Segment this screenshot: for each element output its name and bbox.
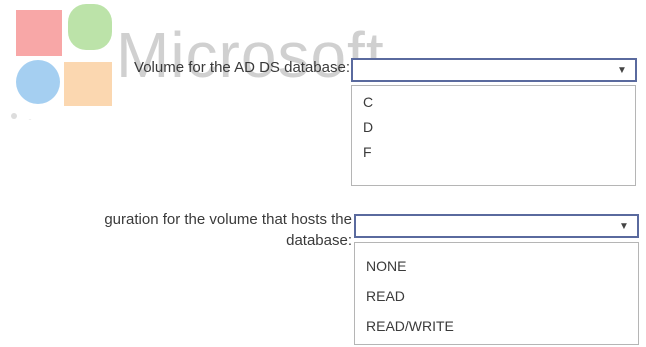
ad-ds-volume-options: C D F <box>351 85 636 186</box>
logo-blue-circle <box>16 60 60 104</box>
volume-configuration-label-line-2: database: <box>286 232 352 249</box>
watermark-dot <box>11 113 17 119</box>
logo-red-square <box>16 10 62 56</box>
option-read-write[interactable]: READ/WRITE <box>366 317 454 335</box>
microsoft-logo-icon <box>11 4 112 120</box>
option-d[interactable]: D <box>363 118 373 136</box>
volume-configuration-options: NONE READ READ/WRITE <box>354 242 639 345</box>
volume-configuration-dropdown[interactable]: ▼ <box>354 214 639 238</box>
option-f[interactable]: F <box>363 143 372 161</box>
ad-ds-volume-label: Volume for the AD DS database: <box>134 59 350 76</box>
option-c[interactable]: C <box>363 93 373 111</box>
volume-configuration-label: guration for the volume that hosts the d… <box>104 209 352 251</box>
logo-orange-square <box>64 62 112 106</box>
watermark-dot <box>28 119 32 120</box>
option-none[interactable]: NONE <box>366 257 406 275</box>
ad-ds-volume-dropdown[interactable]: ▼ <box>351 58 637 82</box>
volume-configuration-label-line-1: guration for the volume that hosts the <box>104 211 352 228</box>
logo-green-square <box>68 4 112 50</box>
option-read[interactable]: READ <box>366 287 405 305</box>
chevron-down-icon[interactable]: ▼ <box>616 220 632 234</box>
chevron-down-icon[interactable]: ▼ <box>614 64 630 78</box>
watermark-text: Microsoft <box>116 19 385 91</box>
